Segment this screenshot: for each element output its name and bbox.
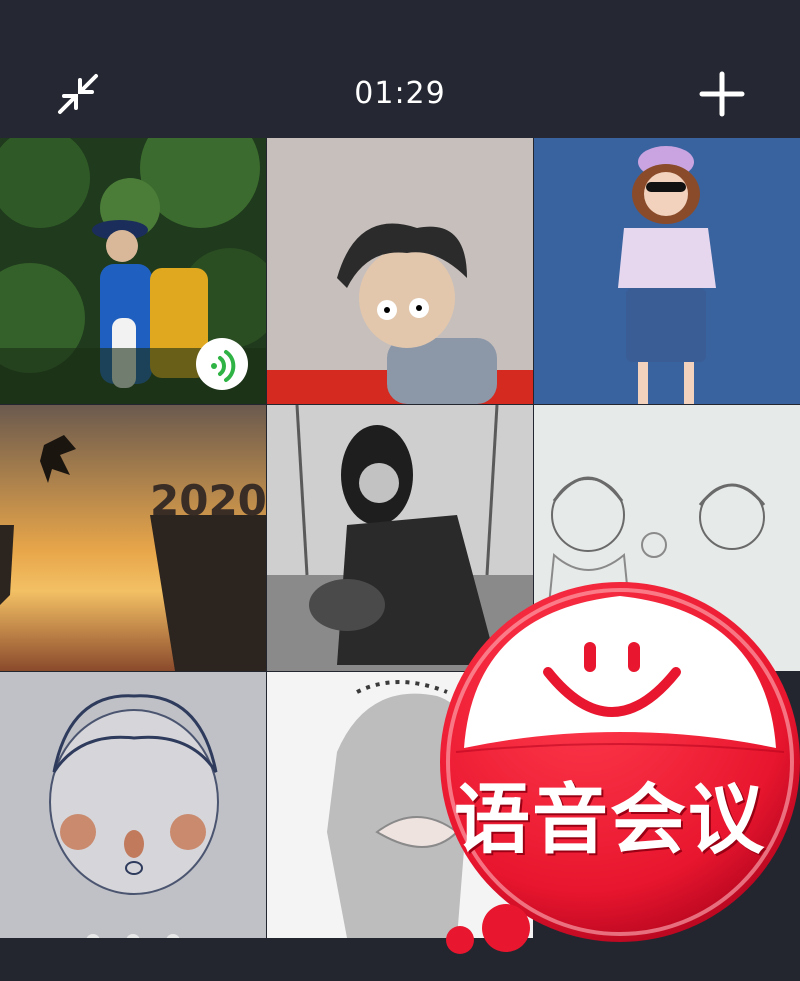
plus-icon [699, 71, 745, 117]
avatar: 2020 [0, 405, 266, 671]
jump-2020-text: 2020 [150, 476, 266, 525]
call-timer: 01:29 [354, 76, 446, 111]
participant-tile-jump-2020[interactable]: 2020 [0, 405, 266, 671]
top-bar: 01:29 [0, 0, 800, 138]
add-member-button[interactable] [694, 66, 750, 122]
speaker-wave-icon [211, 350, 236, 382]
voice-meeting-sticker: 语音会议 [420, 572, 800, 976]
avatar [0, 672, 266, 938]
participant-tile-sketch-boy[interactable] [0, 672, 266, 938]
participant-tile-hiker[interactable] [0, 138, 266, 404]
participant-tile-cartoon-boy[interactable] [267, 138, 533, 404]
avatar [534, 138, 800, 404]
speaking-badge [196, 338, 248, 390]
voice-meeting-text: 语音会议 [454, 775, 766, 864]
participant-tile-cartoon-girl[interactable] [534, 138, 800, 404]
avatar [267, 138, 533, 404]
